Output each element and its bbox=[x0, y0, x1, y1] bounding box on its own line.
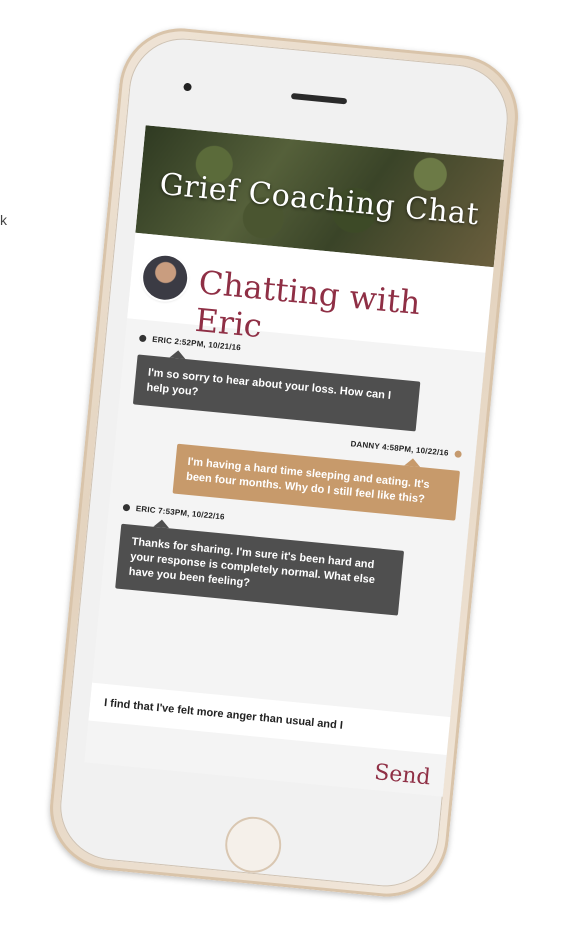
phone-screen: Grief Coaching Chat Chatting with Eric E… bbox=[84, 125, 505, 797]
message-meta-text: DANNY 4:58PM, 10/22/16 bbox=[350, 439, 450, 458]
speaker-icon bbox=[290, 93, 348, 105]
phone-device: Grief Coaching Chat Chatting with Eric E… bbox=[44, 22, 524, 903]
send-button[interactable]: Send bbox=[373, 760, 431, 790]
sender-dot-icon bbox=[122, 503, 131, 512]
phone-face: Grief Coaching Chat Chatting with Eric E… bbox=[55, 33, 513, 892]
phone-scene: Grief Coaching Chat Chatting with Eric E… bbox=[0, 0, 568, 926]
message-meta-text: ERIC 7:53PM, 10/22/16 bbox=[135, 504, 226, 522]
message-bubble-eric: I'm so sorry to hear about your loss. Ho… bbox=[132, 354, 421, 432]
sender-dot-icon bbox=[138, 334, 147, 343]
banner-title: Grief Coaching Chat bbox=[158, 166, 481, 233]
message-bubble-danny: I'm having a hard time sleeping and eati… bbox=[172, 443, 461, 521]
message-list: ERIC 2:52PM, 10/21/16 I'm so sorry to he… bbox=[92, 332, 484, 721]
sender-dot-icon bbox=[454, 450, 462, 458]
message-bubble-eric: Thanks for sharing. I'm sure it's been h… bbox=[115, 523, 405, 616]
camera-icon bbox=[183, 82, 192, 92]
avatar bbox=[141, 253, 190, 302]
home-button-icon[interactable] bbox=[222, 814, 284, 876]
